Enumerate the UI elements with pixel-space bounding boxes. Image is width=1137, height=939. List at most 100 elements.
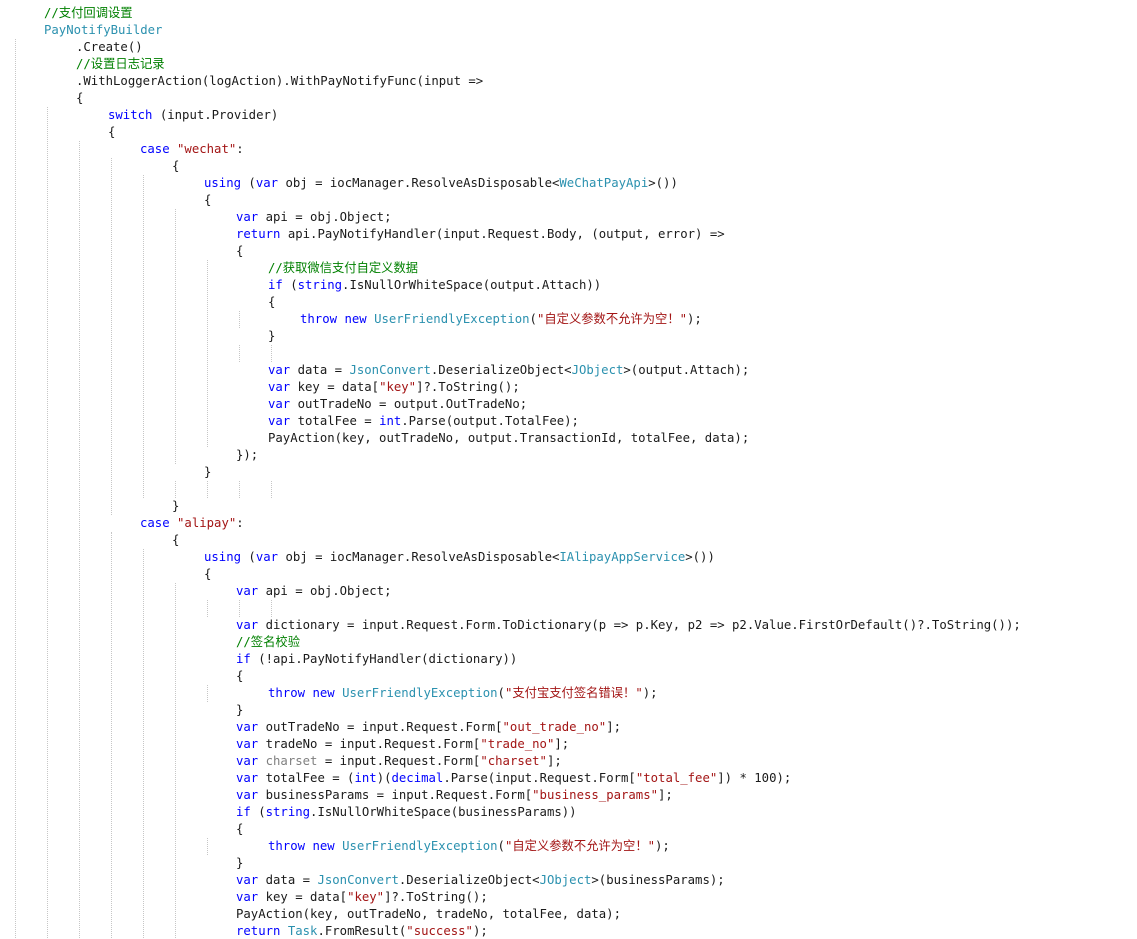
indent-guide — [175, 209, 176, 464]
code-line: var data = JsonConvert.DeserializeObject… — [236, 872, 725, 889]
code-line: var outTradeNo = output.OutTradeNo; — [268, 396, 527, 413]
code-token: //设置日志记录 — [76, 57, 165, 71]
code-line: var totalFee = (int)(decimal.Parse(input… — [236, 770, 791, 787]
code-token: var — [236, 754, 259, 768]
code-token: case — [140, 516, 170, 530]
code-token: businessParams = input.Request.Form[ — [258, 788, 533, 802]
code-line: PayNotifyBuilder — [44, 22, 162, 39]
indent-guide — [239, 311, 240, 328]
code-token: var — [236, 618, 259, 632]
code-line: var totalFee = int.Parse(output.TotalFee… — [268, 413, 579, 430]
code-line: var charset = input.Request.Form["charse… — [236, 753, 562, 770]
code-token: string — [297, 278, 343, 292]
code-token: : — [236, 142, 244, 156]
code-token: { — [76, 91, 84, 105]
code-token: key = data[ — [290, 380, 380, 394]
code-line: { — [236, 243, 243, 260]
code-token: "alipay" — [177, 516, 237, 530]
code-token: ]?.ToString(); — [384, 890, 488, 904]
code-line: switch (input.Provider) — [108, 107, 278, 124]
indent-guide — [271, 481, 272, 498]
code-line: throw new UserFriendlyException("支付宝支付签名… — [268, 685, 658, 702]
code-line: case "wechat": — [140, 141, 244, 158]
code-token: new — [312, 686, 335, 700]
code-token: WeChatPayApi — [559, 176, 649, 190]
code-line: var data = JsonConvert.DeserializeObject… — [268, 362, 749, 379]
code-line: var key = data["key"]?.ToString(); — [268, 379, 520, 396]
code-line: if (!api.PayNotifyHandler(dictionary)) — [236, 651, 517, 668]
code-token: case — [140, 142, 170, 156]
code-token: return — [236, 227, 281, 241]
code-token: JsonConvert — [349, 363, 431, 377]
code-token: } — [204, 465, 212, 479]
code-token: ]; — [554, 737, 570, 751]
code-line: { — [236, 668, 243, 685]
code-token: var — [268, 363, 291, 377]
code-token: .Create() — [76, 40, 143, 54]
code-token: PayAction(key, outTradeNo, tradeNo, tota… — [236, 907, 621, 921]
code-line: throw new UserFriendlyException("自定义参数不允… — [268, 838, 670, 855]
code-token: ]; — [658, 788, 673, 802]
code-line: //支付回调设置 — [44, 5, 133, 22]
code-token: ); — [687, 312, 702, 326]
code-token: int — [379, 414, 402, 428]
code-token: : — [236, 516, 244, 530]
indent-guide — [207, 685, 208, 702]
code-token: var — [236, 788, 259, 802]
code-token: ( — [497, 839, 505, 853]
code-line: throw new UserFriendlyException("自定义参数不允… — [300, 311, 702, 328]
code-token: var — [268, 380, 291, 394]
code-line: } — [236, 702, 243, 719]
indent-guide — [143, 175, 144, 498]
indent-guide — [47, 107, 48, 939]
code-token: PayNotifyBuilder — [44, 23, 163, 37]
code-token: throw — [268, 839, 306, 853]
code-line: //获取微信支付自定义数据 — [268, 260, 418, 277]
code-token: UserFriendlyException — [374, 312, 530, 326]
code-token: .IsNullOrWhiteSpace(businessParams)) — [310, 805, 577, 819]
code-token: //获取微信支付自定义数据 — [268, 261, 419, 275]
code-token: totalFee = — [290, 414, 380, 428]
indent-guide — [79, 141, 80, 939]
code-token: if — [236, 652, 251, 666]
code-token: return — [236, 924, 281, 938]
code-line: if (string.IsNullOrWhiteSpace(output.Att… — [268, 277, 601, 294]
code-line: using (var obj = iocManager.ResolveAsDis… — [204, 549, 715, 566]
code-token: (input.Provider) — [152, 108, 279, 122]
code-line: PayAction(key, outTradeNo, output.Transa… — [268, 430, 749, 447]
indent-guide — [111, 532, 112, 939]
indent-guide — [207, 481, 208, 498]
code-token: .DeserializeObject< — [398, 873, 540, 887]
code-token: "支付宝支付签名错误！" — [504, 686, 643, 700]
code-token: }); — [236, 448, 259, 462]
code-token: { — [236, 244, 244, 258]
code-line: var api = obj.Object; — [236, 209, 391, 226]
code-token: throw — [268, 686, 306, 700]
code-token: obj = iocManager.ResolveAsDisposable< — [278, 550, 560, 564]
code-line: //签名校验 — [236, 634, 300, 651]
code-line: var api = obj.Object; — [236, 583, 391, 600]
code-token: .FromResult( — [317, 924, 407, 938]
code-line: var tradeNo = input.Request.Form["trade_… — [236, 736, 569, 753]
indent-guide — [239, 481, 240, 498]
code-token: PayAction(key, outTradeNo, output.Transa… — [268, 431, 750, 445]
code-token: { — [172, 159, 180, 173]
code-token: ( — [497, 686, 505, 700]
code-line: { — [108, 124, 115, 141]
code-token: api.PayNotifyHandler(input.Request.Body,… — [280, 227, 725, 241]
code-line: .WithLoggerAction(logAction).WithPayNoti… — [76, 73, 483, 90]
code-token: ( — [250, 805, 266, 819]
code-token: //签名校验 — [236, 635, 300, 649]
code-token: UserFriendlyException — [342, 686, 498, 700]
indent-guide — [111, 158, 112, 515]
code-line: return api.PayNotifyHandler(input.Reques… — [236, 226, 725, 243]
code-line: { — [204, 566, 211, 583]
code-token: JsonConvert — [317, 873, 399, 887]
code-line: using (var obj = iocManager.ResolveAsDis… — [204, 175, 678, 192]
code-editor[interactable]: //支付回调设置 PayNotifyBuilder .Create() //设置日志记… — [0, 0, 1137, 939]
code-line: { — [236, 821, 243, 838]
code-token: { — [204, 193, 212, 207]
code-line: } — [204, 464, 211, 481]
